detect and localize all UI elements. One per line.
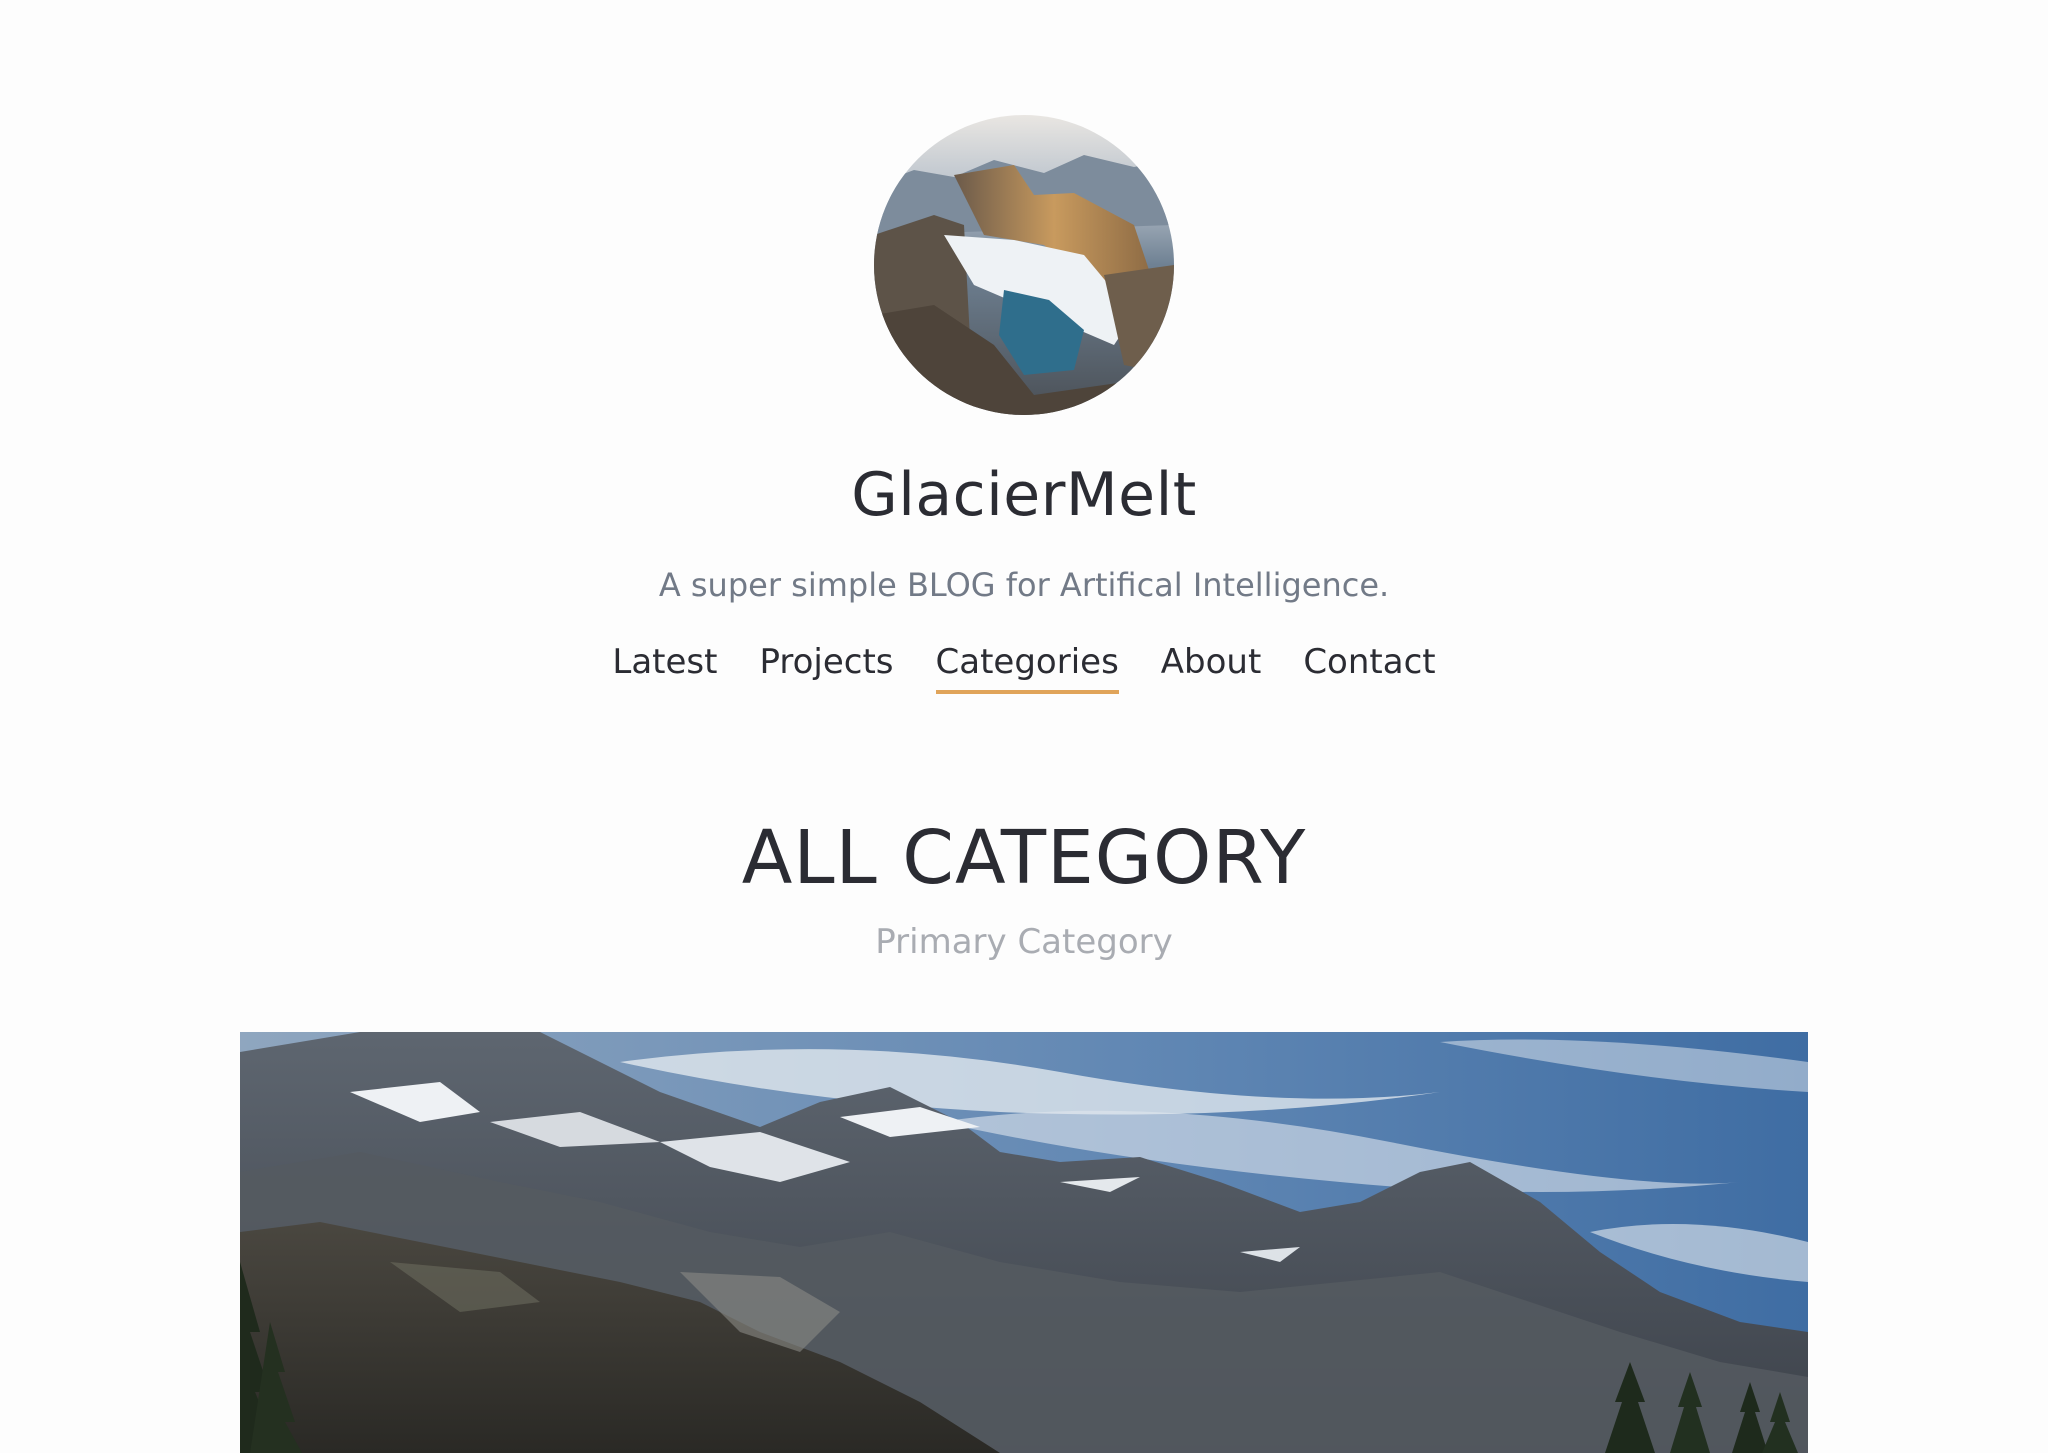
main-nav: Latest Projects Categories About Contact [0,640,2048,694]
nav-item-latest[interactable]: Latest [612,640,717,694]
page-subtitle: Primary Category [875,922,1173,962]
avatar-image [874,115,1174,415]
nav-item-contact[interactable]: Contact [1303,640,1435,694]
nav-item-about[interactable]: About [1161,640,1262,694]
mountain-landscape-image [240,1032,1808,1453]
site-tagline: A super simple BLOG for Artifical Intell… [658,566,1390,604]
page-title: ALL CATEGORY [741,815,1307,901]
page: GlacierMelt A super simple BLOG for Arti… [0,0,2048,1453]
avatar[interactable] [874,115,1174,415]
nav-item-projects[interactable]: Projects [759,640,893,694]
hero-image[interactable] [240,1032,1808,1453]
site-title[interactable]: GlacierMelt [0,455,2048,535]
nav-item-categories[interactable]: Categories [935,640,1119,694]
